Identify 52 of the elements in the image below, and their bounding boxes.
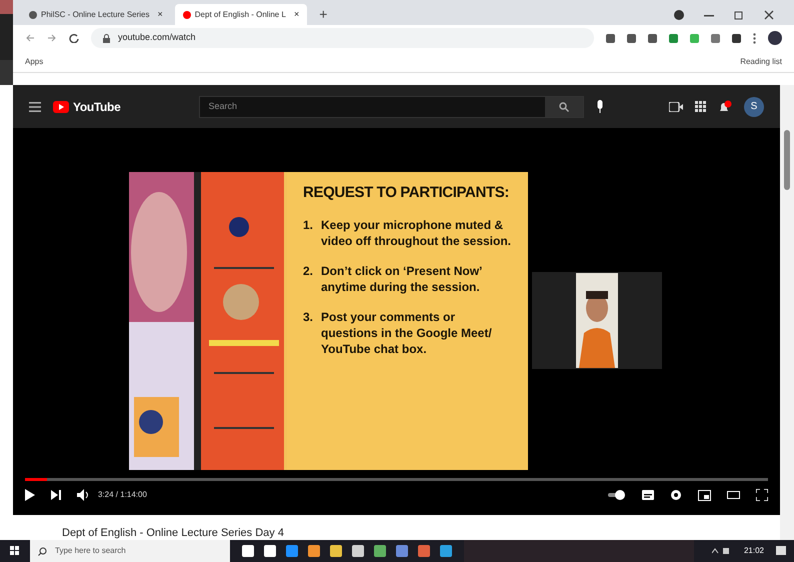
user-avatar[interactable]: S [744,96,764,116]
list-number: 3. [303,308,314,326]
fullscreen-icon[interactable] [756,489,768,501]
reload-icon[interactable] [69,33,79,43]
extension-icon[interactable] [648,34,657,42]
bookmark-link[interactable]: Apps [25,56,44,68]
extension-icon[interactable] [732,34,741,42]
autoplay-toggle-icon[interactable] [608,490,626,500]
play-logo-icon [53,100,69,112]
more-icon[interactable] [753,32,756,44]
next-icon[interactable] [51,490,61,500]
volume-icon[interactable] [77,489,90,501]
profile-avatar[interactable] [768,31,782,45]
slide-point: Keep your microphone muted & video off throughout the session. [321,216,512,249]
settings-icon[interactable] [670,489,682,501]
tray-icon [712,547,732,555]
microphone-icon[interactable] [596,100,604,113]
close-icon[interactable] [764,10,774,20]
slide-heading: REQUEST TO PARTICIPANTS: [303,184,510,203]
theater-mode-icon[interactable] [727,491,740,499]
back-icon[interactable] [25,33,35,43]
taskbar-app-icon[interactable] [242,545,254,557]
menu-icon[interactable] [29,102,41,112]
taskbar-search-field[interactable]: Type here to search [30,540,230,562]
miniplayer-icon[interactable] [698,490,711,500]
slide-point: Don’t click on ‘Present Now’ anytime during the session. [321,262,483,295]
address-bar[interactable]: youtube.com/watch [91,28,594,48]
forward-icon[interactable] [47,33,57,43]
restore-icon[interactable] [734,10,744,20]
bell-icon[interactable] [718,100,732,114]
new-tab-button[interactable]: + [311,4,336,25]
clock: 21:02 [744,545,764,557]
time-display: 3:24 / 1:14:00 [98,489,147,501]
browser-tab[interactable]: Dept of English - Online L × [174,4,308,25]
list-number: 2. [303,262,314,280]
list-number: 1. [303,216,314,234]
taskbar-app-icon[interactable] [264,545,276,557]
extension-icon[interactable] [627,34,636,42]
camera-icon[interactable] [669,102,683,112]
subtitles-icon[interactable] [642,490,654,500]
tab-close-button[interactable]: × [294,8,300,22]
progress-track[interactable] [25,478,768,481]
reading-list-button[interactable]: Reading list [740,56,782,68]
scrollbar-thumb[interactable] [784,130,790,190]
video-title: Dept of English - Online Lecture Series Day 4 [61,526,284,540]
apps-grid-icon[interactable] [695,101,706,112]
lock-icon [103,34,110,42]
search-icon [38,546,47,556]
tab-close-button[interactable]: × [158,8,163,22]
extension-icon[interactable] [606,34,615,42]
slide-point: Post your comments or questions in the Google Meet/ YouTube chat box. [321,308,493,357]
logo-text[interactable]: YouTube [73,98,120,116]
